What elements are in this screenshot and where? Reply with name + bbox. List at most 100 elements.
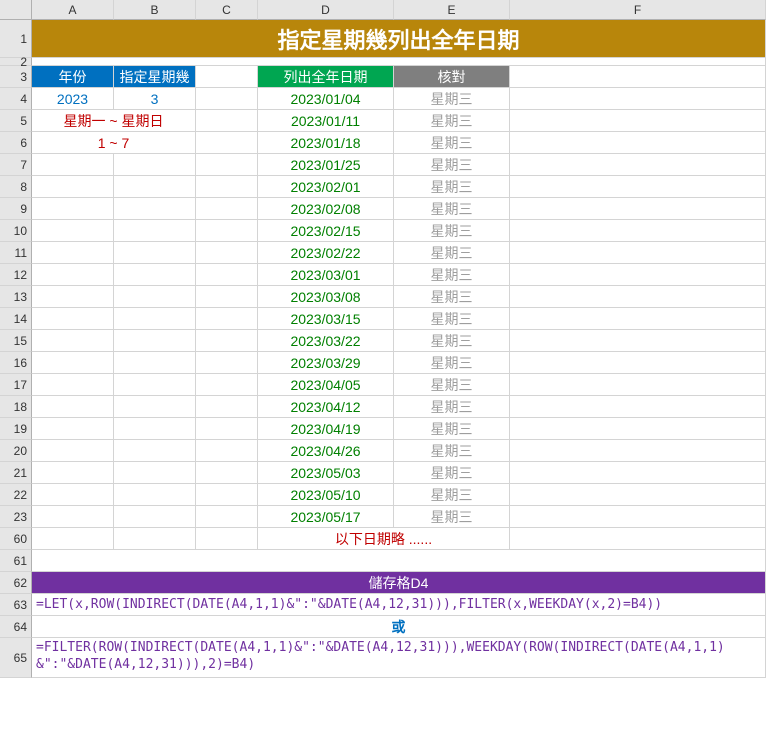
cell-C8[interactable] xyxy=(196,176,258,198)
row2-blank[interactable] xyxy=(32,58,766,66)
date-1[interactable]: 2023/01/11 xyxy=(258,110,394,132)
formula2[interactable]: =FILTER(ROW(INDIRECT(DATE(A4,1,1)&":"&DA… xyxy=(32,638,766,678)
rowhead-63[interactable]: 63 xyxy=(0,594,32,616)
date-13[interactable]: 2023/04/05 xyxy=(258,374,394,396)
date-4[interactable]: 2023/02/01 xyxy=(258,176,394,198)
check-19[interactable]: 星期三 xyxy=(394,506,510,528)
date-16[interactable]: 2023/04/26 xyxy=(258,440,394,462)
cell-F17[interactable] xyxy=(510,374,766,396)
rowhead-60[interactable]: 60 xyxy=(0,528,32,550)
date-5[interactable]: 2023/02/08 xyxy=(258,198,394,220)
date-2[interactable]: 2023/01/18 xyxy=(258,132,394,154)
rowhead-4[interactable]: 4 xyxy=(0,88,32,110)
colhead-B[interactable]: B xyxy=(114,0,196,20)
formula1[interactable]: =LET(x,ROW(INDIRECT(DATE(A4,1,1)&":"&DAT… xyxy=(32,594,766,616)
rowhead-16[interactable]: 16 xyxy=(0,352,32,374)
rowhead-12[interactable]: 12 xyxy=(0,264,32,286)
cell-F4[interactable] xyxy=(510,88,766,110)
cell-F7[interactable] xyxy=(510,154,766,176)
date-14[interactable]: 2023/04/12 xyxy=(258,396,394,418)
rowhead-11[interactable]: 11 xyxy=(0,242,32,264)
year-value[interactable]: 2023 xyxy=(32,88,114,110)
check-16[interactable]: 星期三 xyxy=(394,440,510,462)
cell-C5[interactable] xyxy=(196,110,258,132)
check-18[interactable]: 星期三 xyxy=(394,484,510,506)
cell-A17[interactable] xyxy=(32,374,114,396)
weekday-value[interactable]: 3 xyxy=(114,88,196,110)
cell-A22[interactable] xyxy=(32,484,114,506)
cell-F19[interactable] xyxy=(510,418,766,440)
cell-C7[interactable] xyxy=(196,154,258,176)
colhead-D[interactable]: D xyxy=(258,0,394,20)
cell-C21[interactable] xyxy=(196,462,258,484)
or-text[interactable]: 或 xyxy=(32,616,766,638)
rowhead-23[interactable]: 23 xyxy=(0,506,32,528)
date-18[interactable]: 2023/05/10 xyxy=(258,484,394,506)
cell-B7[interactable] xyxy=(114,154,196,176)
cell-A12[interactable] xyxy=(32,264,114,286)
cell-C11[interactable] xyxy=(196,242,258,264)
check-4[interactable]: 星期三 xyxy=(394,176,510,198)
cell-B20[interactable] xyxy=(114,440,196,462)
cell-C16[interactable] xyxy=(196,352,258,374)
check-3[interactable]: 星期三 xyxy=(394,154,510,176)
cell-B22[interactable] xyxy=(114,484,196,506)
corner-cell[interactable] xyxy=(0,0,32,20)
row61-blank[interactable] xyxy=(32,550,766,572)
rowhead-20[interactable]: 20 xyxy=(0,440,32,462)
check-8[interactable]: 星期三 xyxy=(394,264,510,286)
rowhead-65[interactable]: 65 xyxy=(0,638,32,678)
date-0[interactable]: 2023/01/04 xyxy=(258,88,394,110)
rowhead-7[interactable]: 7 xyxy=(0,154,32,176)
rowhead-10[interactable]: 10 xyxy=(0,220,32,242)
cell-A7[interactable] xyxy=(32,154,114,176)
date-8[interactable]: 2023/03/01 xyxy=(258,264,394,286)
cell-A14[interactable] xyxy=(32,308,114,330)
cell-F3[interactable] xyxy=(510,66,766,88)
rowhead-14[interactable]: 14 xyxy=(0,308,32,330)
cell-B8[interactable] xyxy=(114,176,196,198)
spreadsheet-grid[interactable]: A B C D E F 1 指定星期幾列出全年日期 2 3 年份 指定星期幾 列… xyxy=(0,0,770,678)
cell-A13[interactable] xyxy=(32,286,114,308)
cell-A15[interactable] xyxy=(32,330,114,352)
cell-F20[interactable] xyxy=(510,440,766,462)
check-7[interactable]: 星期三 xyxy=(394,242,510,264)
rowhead-6[interactable]: 6 xyxy=(0,132,32,154)
cell-B13[interactable] xyxy=(114,286,196,308)
rowhead-64[interactable]: 64 xyxy=(0,616,32,638)
rowhead-19[interactable]: 19 xyxy=(0,418,32,440)
cell-F16[interactable] xyxy=(510,352,766,374)
cell-A8[interactable] xyxy=(32,176,114,198)
cell-F10[interactable] xyxy=(510,220,766,242)
date-9[interactable]: 2023/03/08 xyxy=(258,286,394,308)
cell-C12[interactable] xyxy=(196,264,258,286)
cell-C9[interactable] xyxy=(196,198,258,220)
rowhead-61[interactable]: 61 xyxy=(0,550,32,572)
cell-C14[interactable] xyxy=(196,308,258,330)
cell-A21[interactable] xyxy=(32,462,114,484)
header-check[interactable]: 核對 xyxy=(394,66,510,88)
cell-A11[interactable] xyxy=(32,242,114,264)
cell-A18[interactable] xyxy=(32,396,114,418)
cell-F5[interactable] xyxy=(510,110,766,132)
rowhead-8[interactable]: 8 xyxy=(0,176,32,198)
rowhead-1[interactable]: 1 xyxy=(0,20,32,58)
date-19[interactable]: 2023/05/17 xyxy=(258,506,394,528)
check-0[interactable]: 星期三 xyxy=(394,88,510,110)
cell-B23[interactable] xyxy=(114,506,196,528)
check-17[interactable]: 星期三 xyxy=(394,462,510,484)
check-6[interactable]: 星期三 xyxy=(394,220,510,242)
cell-A9[interactable] xyxy=(32,198,114,220)
cell-C60[interactable] xyxy=(196,528,258,550)
date-10[interactable]: 2023/03/15 xyxy=(258,308,394,330)
omit-text[interactable]: 以下日期略 ...... xyxy=(258,528,510,550)
cell-A20[interactable] xyxy=(32,440,114,462)
date-3[interactable]: 2023/01/25 xyxy=(258,154,394,176)
date-15[interactable]: 2023/04/19 xyxy=(258,418,394,440)
cell-B18[interactable] xyxy=(114,396,196,418)
header-weekday[interactable]: 指定星期幾 xyxy=(114,66,196,88)
cell-F22[interactable] xyxy=(510,484,766,506)
cell-F13[interactable] xyxy=(510,286,766,308)
check-14[interactable]: 星期三 xyxy=(394,396,510,418)
check-9[interactable]: 星期三 xyxy=(394,286,510,308)
